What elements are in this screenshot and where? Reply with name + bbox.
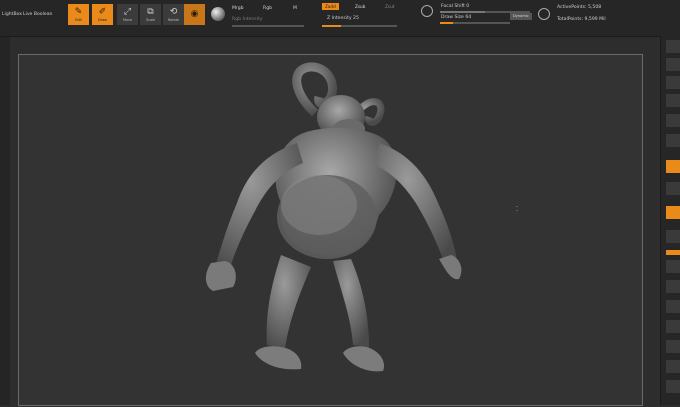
draw-size-fill [440, 22, 453, 24]
lightbox-button[interactable]: LightBox [2, 12, 22, 17]
active-points-readout: ActivePoints: 5,508 [557, 5, 602, 10]
live-boolean-button[interactable]: Live Boolean [23, 12, 52, 17]
rotate-icon: ⟲ [169, 6, 178, 17]
rgb-intensity-slider[interactable] [232, 25, 304, 27]
material-sphere-icon[interactable] [211, 7, 225, 21]
right-shelf-button-3[interactable] [666, 76, 680, 89]
top-toolbar: LightBox Live Boolean ✎ Edit ✐ Draw ⤢ Mo… [0, 0, 680, 37]
right-shelf-button-6[interactable] [666, 134, 680, 147]
right-shelf-button-15[interactable] [666, 340, 680, 353]
right-shelf-button-9[interactable] [666, 206, 680, 219]
right-shelf-button-1[interactable] [666, 40, 680, 53]
left-shelf [0, 37, 10, 405]
edit-button[interactable]: ✎ Edit [68, 4, 89, 25]
right-shelf-button-17[interactable] [666, 380, 680, 393]
draw-size-icon [538, 8, 550, 20]
right-shelf-button-7[interactable] [666, 160, 680, 173]
right-shelf-button-16[interactable] [666, 360, 680, 373]
zadd-button[interactable]: Zadd [322, 3, 339, 10]
z-intensity-slider[interactable] [322, 25, 397, 27]
brush-button[interactable]: ◉ [184, 4, 205, 25]
zsub-button[interactable]: Zsub [352, 3, 368, 10]
draw-button[interactable]: ✐ Draw [92, 4, 113, 25]
focal-shift-fill [440, 11, 485, 13]
move-icon: ⤢ [123, 6, 132, 17]
draw-icon: ✐ [98, 6, 107, 17]
z-intensity-fill [322, 25, 341, 27]
right-shelf-toggle[interactable] [666, 250, 680, 255]
right-shelf-button-4[interactable] [666, 94, 680, 107]
canvas-viewport[interactable]: · · [18, 54, 643, 406]
right-shelf-button-13[interactable] [666, 300, 680, 313]
draw-size-label: Draw Size 64 [441, 15, 472, 20]
right-shelf-button-14[interactable] [666, 320, 680, 333]
mrgb-button[interactable]: Mrgb [232, 6, 244, 11]
draw-size-slider[interactable] [440, 22, 510, 24]
right-shelf-button-11[interactable] [666, 260, 680, 273]
rotate-button[interactable]: ⟲ Rotate [163, 4, 184, 25]
edit-icon: ✎ [74, 6, 83, 17]
brush-icon: ◉ [190, 9, 199, 19]
right-shelf-button-8[interactable] [666, 182, 680, 195]
move-button[interactable]: ⤢ Move [117, 4, 138, 25]
right-shelf-button-2[interactable] [666, 58, 680, 71]
focal-shift-icon [421, 5, 433, 17]
right-shelf-button-12[interactable] [666, 280, 680, 293]
zcut-button[interactable]: Zcut [382, 3, 397, 10]
focal-shift-label: Focal Shift 0 [441, 4, 470, 9]
z-intensity-label: Z Intensity 25 [327, 16, 359, 21]
right-shelf [660, 36, 680, 405]
right-shelf-button-5[interactable] [666, 114, 680, 127]
scale-icon: ⧉ [147, 6, 154, 17]
rgb-button[interactable]: Rgb [263, 6, 272, 11]
transpose-marker: · · [516, 204, 518, 215]
rgb-intensity-label: Rgb Intensity [232, 17, 263, 22]
right-shelf-button-10[interactable] [666, 230, 680, 243]
m-button[interactable]: M [293, 6, 297, 11]
dynamic-button[interactable]: Dynamic [510, 13, 532, 20]
scale-button[interactable]: ⧉ Scale [140, 4, 161, 25]
sculpt-model [205, 62, 462, 372]
total-points-readout: TotalPoints: 9,599 Mil [557, 17, 606, 22]
